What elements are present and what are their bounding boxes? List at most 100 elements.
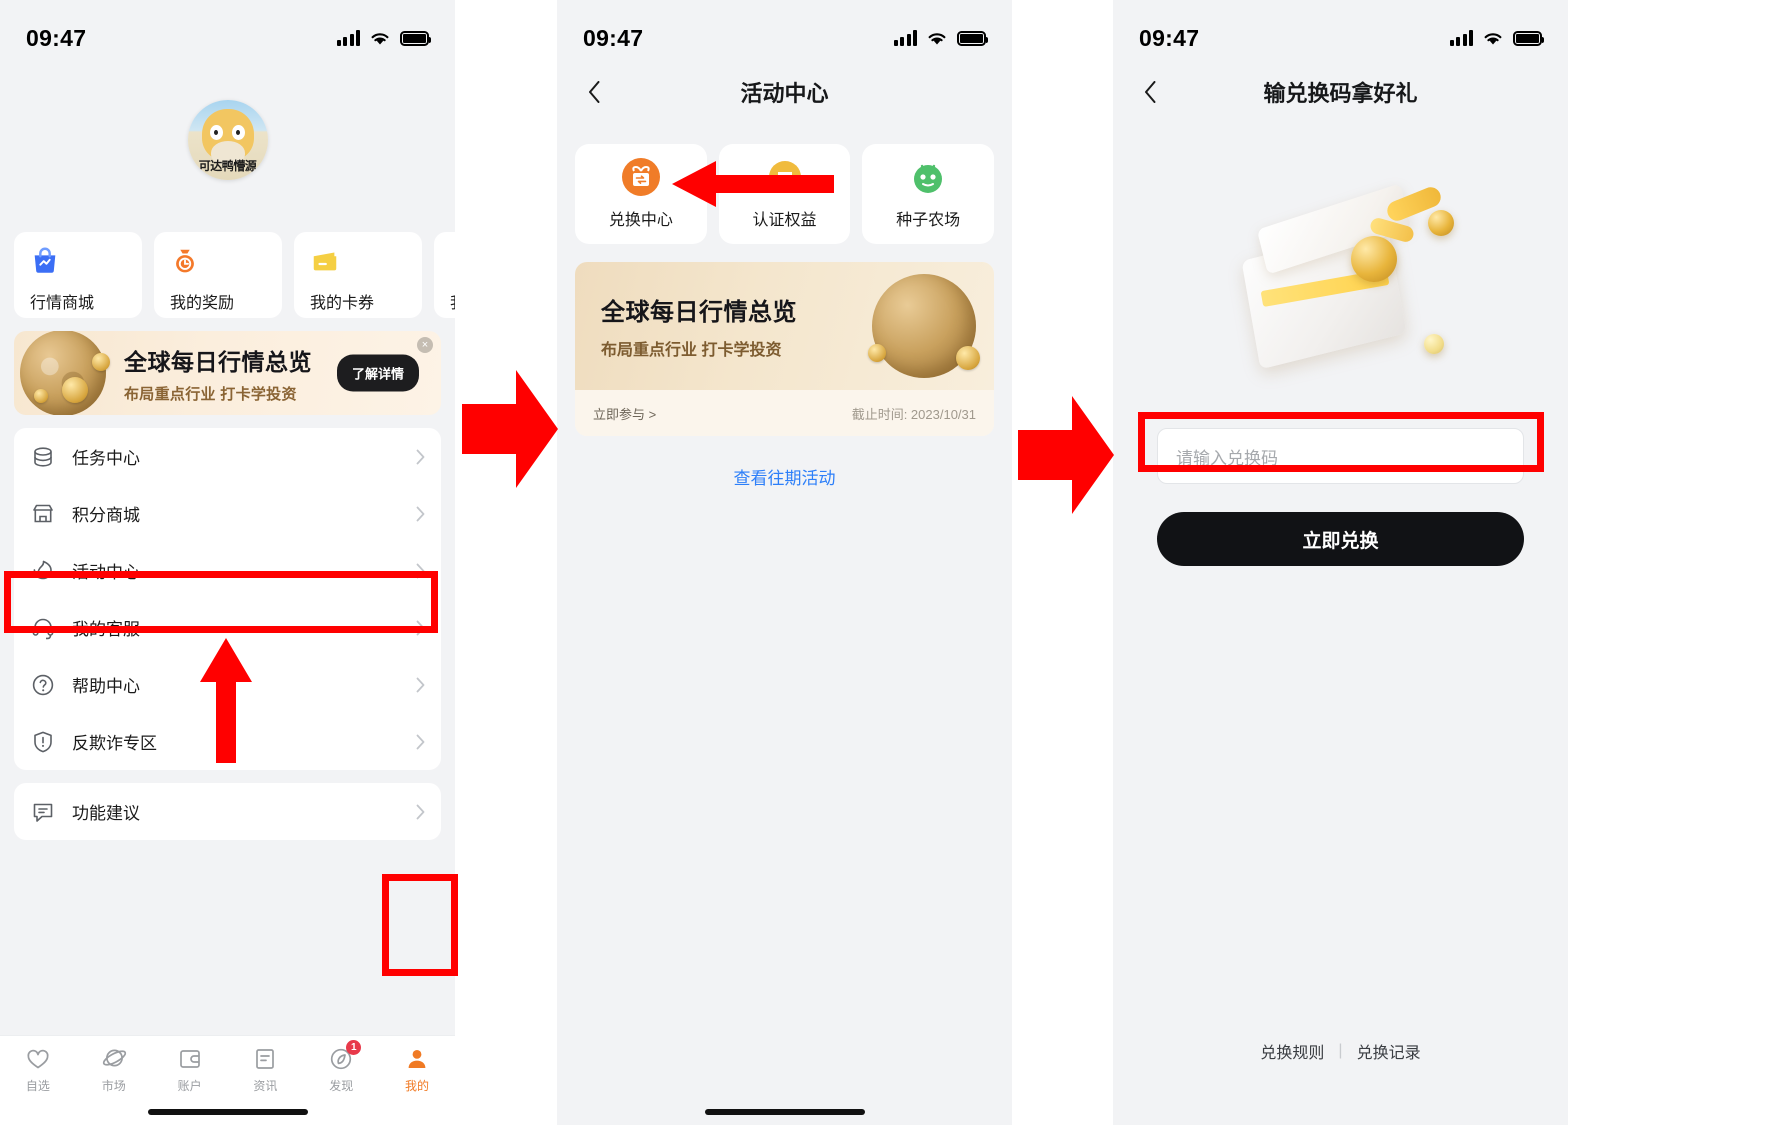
status-bar-1: 09:47 (0, 0, 455, 62)
tab-label: 自选 (25, 1079, 50, 1093)
deadline-text: 截止时间: 2023/10/31 (851, 406, 976, 422)
globe-icon (20, 331, 106, 415)
tab-account[interactable]: 账户 (152, 1046, 228, 1094)
cellular-signal-icon (1449, 30, 1473, 46)
feedback-icon (33, 803, 53, 822)
quick-card-label: 我的卡券 (310, 295, 375, 312)
activity-card-exchange-center[interactable]: 兑换中心 (575, 144, 707, 244)
menu-item-label: 活动中心 (72, 563, 140, 582)
promo-cta-button[interactable]: 了解详情 (336, 354, 419, 392)
tab-label: 资讯 (253, 1079, 278, 1093)
tab-discover[interactable]: 1 发现 (303, 1040, 379, 1094)
footer-separator: | (1338, 1042, 1343, 1059)
tab-market[interactable]: 市场 (76, 1046, 152, 1094)
menu-item-help-center[interactable]: 帮助中心 (14, 656, 441, 713)
status-icons (893, 30, 988, 46)
back-chevron-icon[interactable] (1133, 75, 1167, 109)
redeem-code-input[interactable]: 请输入兑换码 (1157, 428, 1524, 484)
tab-label: 发现 (329, 1079, 354, 1093)
arrow-right-panel2-to-panel3 (1018, 396, 1114, 514)
question-circle-icon (32, 674, 54, 695)
coin-icon (868, 344, 886, 362)
phone-screen-activity-center: 09:47 活动中心 兑换中心 认证权益 种子农场 全球每日行情总览 布局重点行… (557, 0, 1012, 1125)
avatar[interactable]: 可达鸭懵源 (187, 100, 268, 180)
coin-icon (92, 353, 110, 371)
gift-exchange-icon (621, 158, 660, 196)
activity-card-label: 认证权益 (752, 212, 817, 229)
activity-banner-visual: 全球每日行情总览 布局重点行业 打卡学投资 (575, 262, 994, 390)
promo-title: 全球每日行情总览 (124, 348, 312, 375)
activity-entry-row: 兑换中心 认证权益 种子农场 (557, 144, 1012, 244)
cellular-signal-icon (893, 30, 917, 46)
headset-icon (32, 618, 54, 639)
quick-card-my-coupons[interactable]: 我的卡券 (294, 232, 422, 318)
redeem-code-placeholder: 请输入兑换码 (1176, 448, 1278, 468)
page-title: 输兑换码拿好礼 (1263, 81, 1418, 106)
status-icons (1449, 30, 1544, 46)
menu-item-label: 功能建议 (72, 804, 140, 823)
status-time: 09:47 (1139, 24, 1200, 51)
compass-leaf-icon: 1 (328, 1040, 362, 1072)
seed-sprout-icon (909, 158, 947, 196)
activity-banner[interactable]: 全球每日行情总览 布局重点行业 打卡学投资 立即参与 > 截止时间: 2023/… (575, 262, 994, 436)
coin-icon (956, 346, 980, 370)
menu-item-anti-fraud[interactable]: 反欺诈专区 (14, 713, 441, 770)
quick-card-market-mall[interactable]: 行情商城 (14, 232, 142, 318)
menu-item-points-mall[interactable]: 积分商城 (14, 485, 441, 542)
activity-card-verified-benefits[interactable]: 认证权益 (718, 144, 851, 244)
tab-news[interactable]: 资讯 (227, 1046, 303, 1094)
redeem-submit-button[interactable]: 立即兑换 (1157, 512, 1524, 566)
page-title: 活动中心 (740, 81, 829, 106)
quick-card-label: 我的推 (450, 289, 455, 313)
quick-card-my-push[interactable]: 我的推 (434, 232, 455, 318)
join-now-link[interactable]: 立即参与 > (593, 404, 656, 423)
promo-subtitle: 布局重点行业 打卡学投资 (124, 385, 297, 403)
coin-icon (62, 377, 88, 403)
database-icon (34, 446, 52, 467)
menu-item-task-center[interactable]: 任务中心 (14, 428, 441, 485)
menu-item-label: 任务中心 (72, 449, 140, 468)
quick-actions-row: 行情商城 我的奖励 我的卡券 (0, 232, 455, 318)
chevron-right-icon (416, 563, 425, 578)
quick-card-label: 行情商城 (30, 295, 95, 312)
close-icon[interactable]: × (417, 337, 433, 353)
quick-card-my-rewards[interactable]: 我的奖励 (154, 232, 282, 318)
news-icon (252, 1046, 278, 1072)
home-indicator (147, 1109, 308, 1115)
bell-icon (450, 245, 455, 275)
tab-mine[interactable]: 我的 (379, 1046, 455, 1094)
battery-icon (1513, 30, 1544, 46)
phone-screen-profile: 09:47 可达鸭懵源 行情商城 我的奖励 我的卡券 全球每日行情总览 布局重点… (0, 0, 455, 1125)
tab-watchlist[interactable]: 自选 (0, 1046, 76, 1094)
cellular-signal-icon (336, 30, 360, 46)
redeem-rules-link[interactable]: 兑换规则 (1260, 1039, 1324, 1063)
wifi-icon (928, 33, 946, 45)
promo-banner[interactable]: 全球每日行情总览 布局重点行业 打卡学投资 了解详情 × (14, 331, 441, 415)
wifi-icon (1484, 33, 1502, 45)
status-time: 09:47 (26, 24, 87, 51)
home-indicator (704, 1109, 865, 1115)
menu-item-label: 积分商城 (72, 506, 140, 525)
planet-icon (101, 1046, 127, 1072)
heart-icon (25, 1046, 51, 1072)
view-past-activities-link[interactable]: 查看往期活动 (557, 464, 1012, 489)
activity-card-seed-farm[interactable]: 种子农场 (862, 144, 995, 244)
menu-item-feature-suggestion[interactable]: 功能建议 (14, 783, 441, 840)
status-bar-2: 09:47 (557, 0, 1012, 62)
menu-item-activity-center[interactable]: 活动中心 (14, 542, 441, 599)
wallet-card-icon (313, 252, 337, 271)
phone-screen-redeem-code: 09:47 输兑换码拿好礼 请输入兑换码 立即兑换 兑换规则 | 兑换记录 (1113, 0, 1568, 1125)
quick-card-label: 我的奖励 (170, 295, 235, 312)
redeem-history-link[interactable]: 兑换记录 (1357, 1039, 1421, 1063)
menu-item-label: 我的客服 (72, 620, 140, 639)
status-icons (336, 30, 431, 46)
avatar-duck-icon (201, 109, 254, 166)
menu-item-label: 反欺诈专区 (72, 734, 157, 753)
back-chevron-icon[interactable] (577, 75, 611, 109)
battery-icon (957, 30, 988, 46)
tab-label: 账户 (177, 1079, 202, 1093)
menu-item-customer-service[interactable]: 我的客服 (14, 599, 441, 656)
flame-icon (33, 560, 52, 579)
activity-card-label: 兑换中心 (608, 212, 673, 229)
activity-banner-footer: 立即参与 > 截止时间: 2023/10/31 (575, 390, 994, 436)
